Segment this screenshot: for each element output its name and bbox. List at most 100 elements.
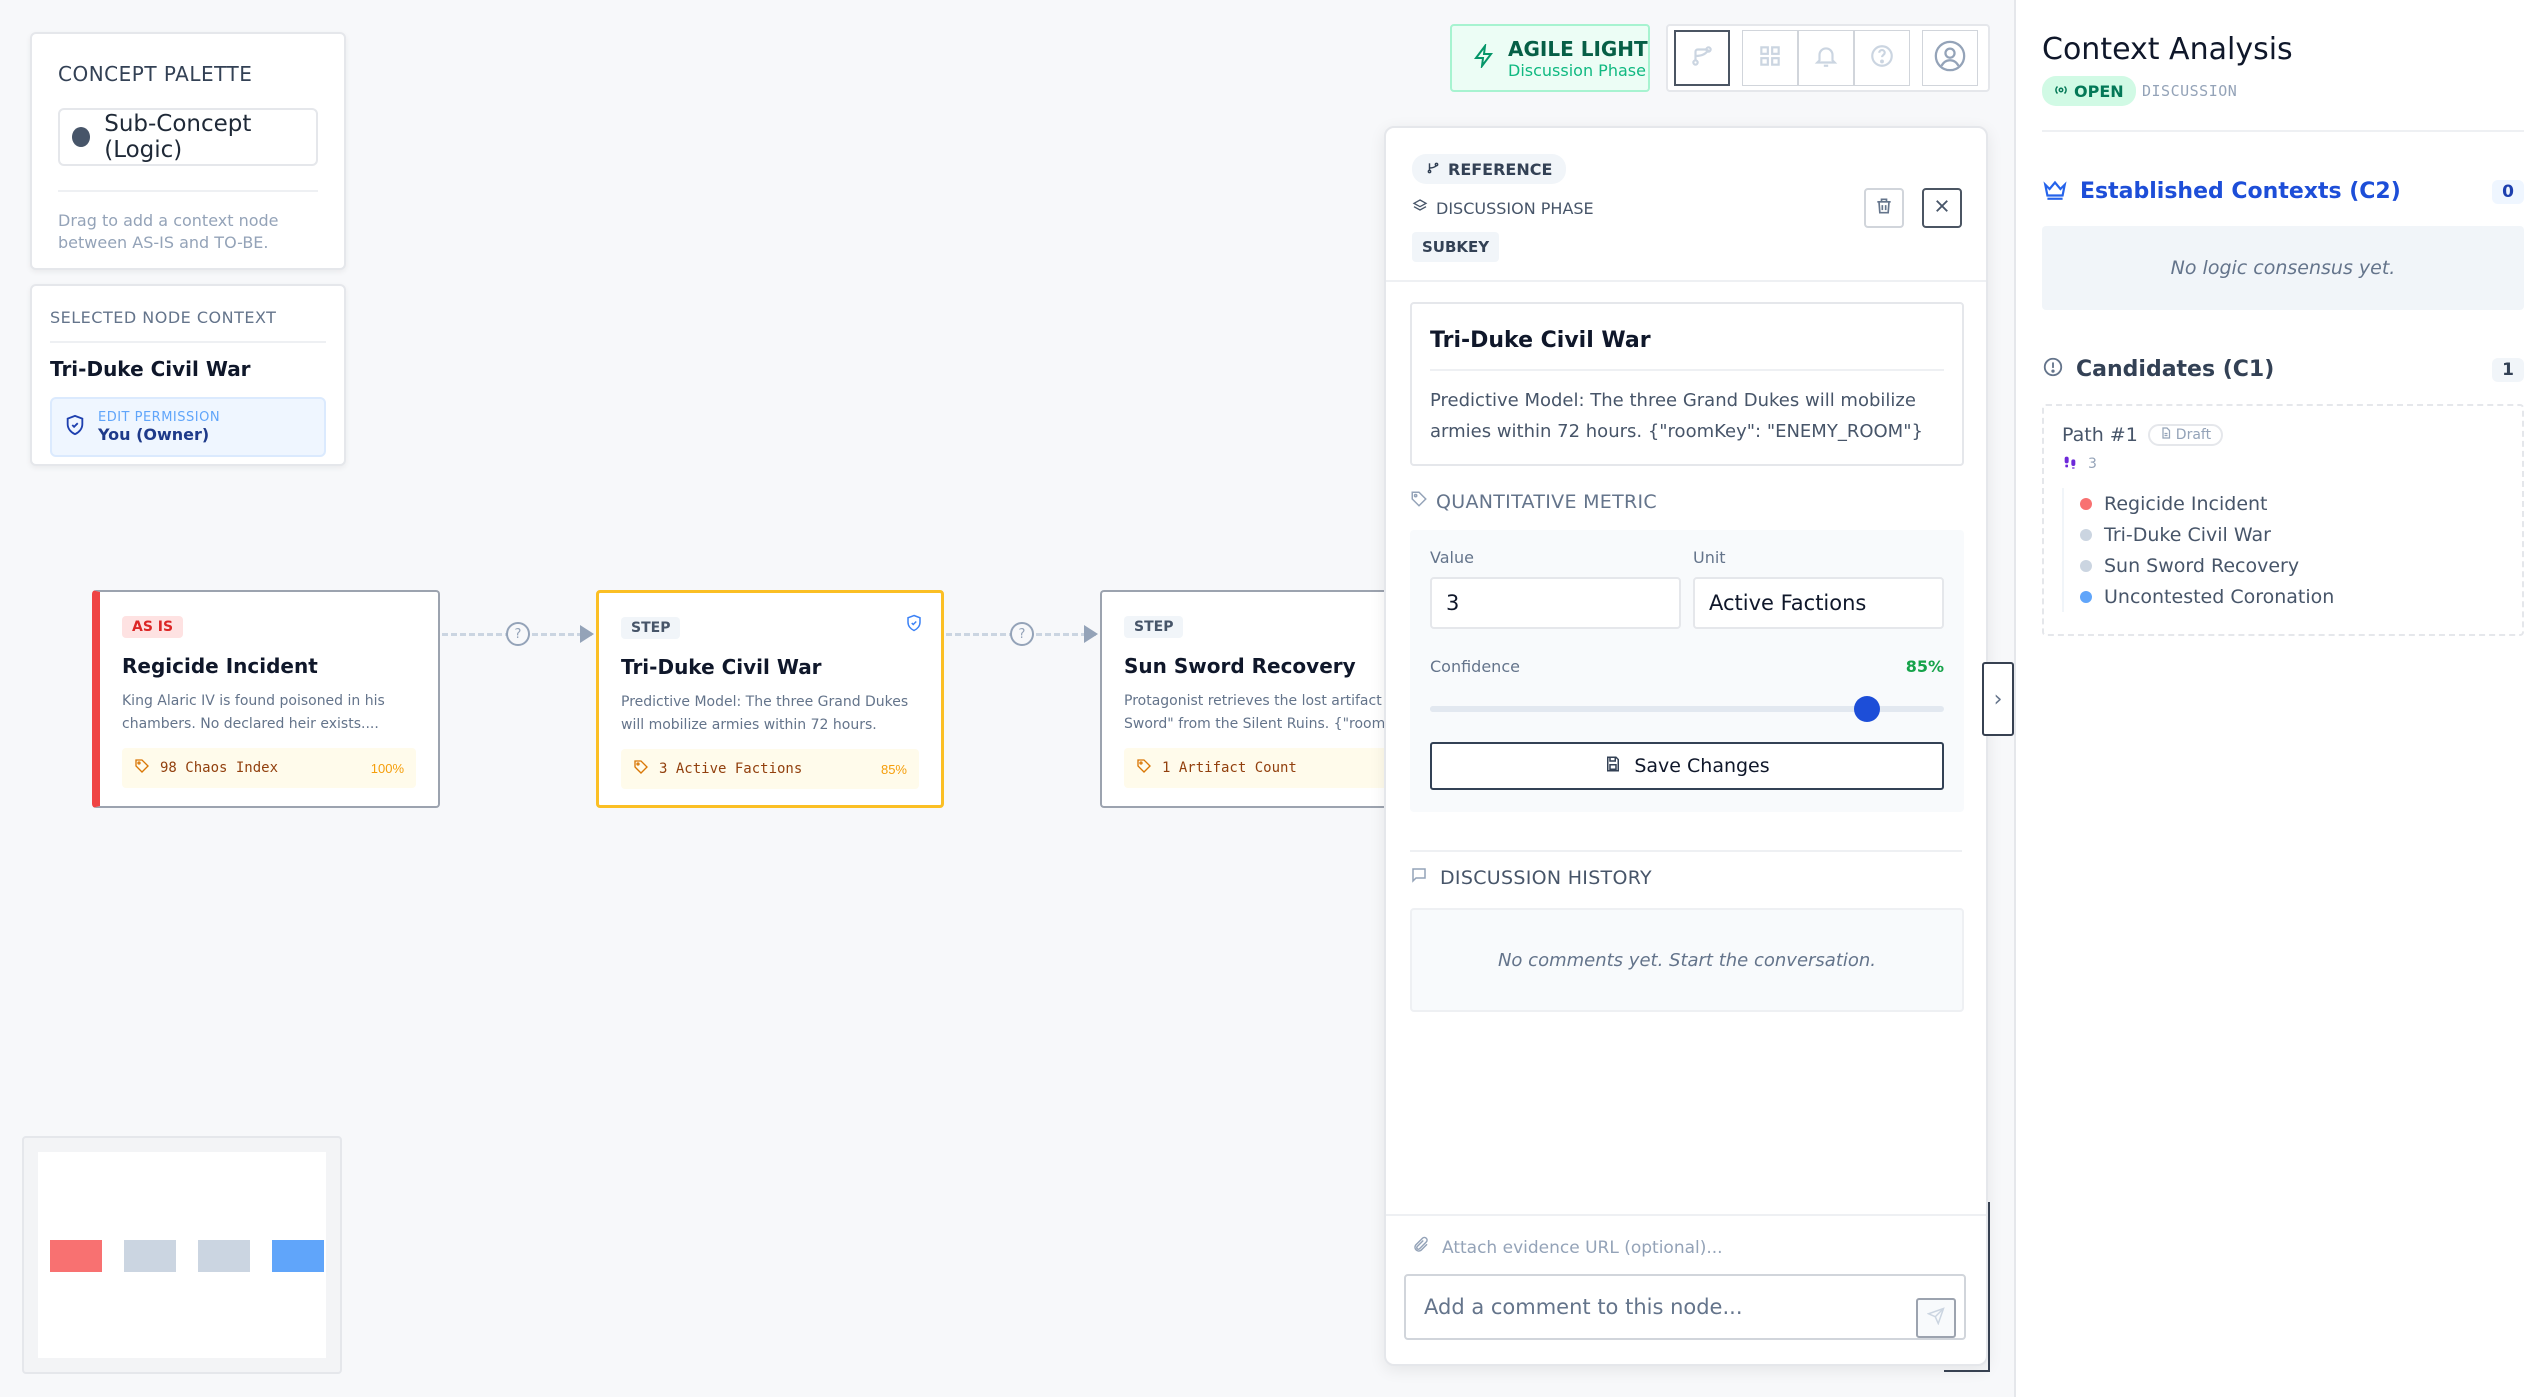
divider — [1410, 850, 1962, 852]
footprints-icon — [2062, 454, 2078, 474]
path-node-list: Regicide Incident Tri-Duke Civil War Sun… — [2062, 488, 2504, 612]
established-title: Established Contexts (C2) — [2080, 179, 2401, 204]
palette-item-label: Sub-Concept (Logic) — [104, 111, 252, 163]
node-badge: STEP — [1124, 616, 1184, 638]
confidence-label: Confidence — [1430, 657, 1520, 676]
divider — [58, 190, 318, 192]
panel-resize-edge — [1944, 1202, 1990, 1372]
minimap[interactable] — [22, 1136, 342, 1374]
grid-icon — [1757, 43, 1783, 74]
save-icon — [1604, 755, 1622, 778]
confidence-slider[interactable] — [1430, 696, 1944, 722]
branch-button[interactable] — [1674, 30, 1730, 86]
metric-form: Value 3 Unit Active Factions Confidence … — [1410, 530, 1964, 812]
tag-icon — [134, 758, 150, 778]
path-title: Path #1 — [2062, 424, 2138, 446]
list-item: Regicide Incident — [2080, 488, 2504, 519]
info-circle-icon — [2042, 356, 2064, 383]
node-metric: 1 Artifact Count — [1124, 748, 1390, 788]
candidate-path-card[interactable]: Path #1 Draft 3 Regicide Incident Tri-Du… — [2042, 404, 2524, 636]
divider — [1386, 1214, 1986, 1216]
profile-button[interactable] — [1922, 30, 1978, 86]
discussion-history-heading: DISCUSSION HISTORY — [1410, 866, 1652, 889]
shield-check-icon — [64, 414, 86, 441]
status-dot-icon — [2080, 528, 2092, 541]
branch-icon — [1689, 43, 1715, 74]
help-button[interactable] — [1854, 30, 1910, 86]
candidates-title: Candidates (C1) — [2076, 357, 2275, 382]
node-metric: 3 Active Factions 85% — [621, 749, 919, 789]
node-badge: AS IS — [122, 616, 184, 638]
slider-thumb[interactable] — [1853, 696, 1880, 722]
edge-help-icon[interactable]: ? — [506, 622, 530, 646]
minimap-node — [50, 1240, 102, 1272]
flow-node-as-is[interactable]: AS IS Regicide Incident King Alaric IV i… — [92, 590, 440, 808]
status-dot-icon — [2080, 559, 2092, 572]
radio-icon — [2054, 82, 2068, 101]
minimap-node — [272, 1240, 324, 1272]
path-item-label: Tri-Duke Civil War — [2104, 523, 2271, 546]
palette-item-sub-concept[interactable]: Sub-Concept (Logic) — [58, 108, 318, 166]
notifications-button[interactable] — [1798, 30, 1854, 86]
node-metric-text: 3 Active Factions — [659, 761, 803, 777]
tag-icon — [633, 759, 649, 779]
node-info-card: Tri-Duke Civil War Predictive Model: The… — [1410, 302, 1964, 466]
node-title: Tri-Duke Civil War — [621, 655, 822, 679]
draft-badge: Draft — [2147, 424, 2224, 446]
status-dot-icon — [2080, 497, 2092, 510]
collapse-panel-button[interactable]: › — [1982, 662, 2014, 736]
phase-label: DISCUSSION PHASE — [1436, 198, 1594, 218]
message-icon — [1410, 866, 1428, 889]
node-detail-description: Predictive Model: The three Grand Dukes … — [1430, 390, 1923, 442]
shield-check-icon — [905, 613, 923, 637]
path-item-label: Uncontested Coronation — [2104, 585, 2335, 608]
flow-node-step-selected[interactable]: STEP Tri-Duke Civil War Predictive Model… — [596, 590, 944, 808]
delete-button[interactable] — [1864, 188, 1904, 228]
metric-section-label: QUANTITATIVE METRIC — [1436, 490, 1657, 513]
established-contexts-header[interactable]: Established Contexts (C2) 0 — [2042, 176, 2524, 207]
grid-button[interactable] — [1742, 30, 1798, 86]
slider-track-fill — [1430, 706, 1867, 712]
tag-icon — [1136, 758, 1152, 778]
toolbar — [1666, 24, 1990, 92]
minimap-viewport — [38, 1152, 326, 1358]
reference-badge: REFERENCE — [1412, 154, 1567, 184]
discussion-phase: DISCUSSION PHASE — [1412, 198, 1594, 218]
edit-permission: EDIT PERMISSION You (Owner) — [50, 397, 326, 457]
edge-arrow-icon — [1084, 625, 1098, 643]
node-metric-confidence: 85% — [880, 761, 907, 777]
edge-help-icon[interactable]: ? — [1010, 622, 1034, 646]
phase-indicator[interactable]: AGILE LIGHT Discussion Phase — [1450, 24, 1650, 92]
path-item-label: Sun Sword Recovery — [2104, 554, 2300, 577]
send-icon — [1926, 1306, 1945, 1330]
candidates-count: 1 — [2492, 357, 2524, 382]
tag-icon — [1410, 490, 1428, 513]
comment-input[interactable]: Add a comment to this node... — [1404, 1274, 1966, 1340]
divider — [50, 341, 326, 343]
node-detail-panel: REFERENCE DISCUSSION PHASE SUBKEY Tri-Du… — [1384, 126, 1988, 1366]
value-input[interactable]: 3 — [1430, 577, 1681, 629]
crown-icon — [2042, 176, 2068, 207]
permission-label: EDIT PERMISSION — [98, 410, 221, 425]
node-metric: 98 Chaos Index 100% — [122, 748, 416, 788]
save-changes-button[interactable]: Save Changes — [1430, 742, 1944, 790]
list-item: Sun Sword Recovery — [2080, 550, 2504, 581]
value-label: Value — [1430, 548, 1474, 567]
established-count: 0 — [2492, 179, 2524, 204]
lightning-icon — [1472, 41, 1496, 73]
confidence-value: 85% — [1905, 657, 1944, 676]
selected-node-name: Tri-Duke Civil War — [50, 357, 251, 381]
confidence-row: Confidence 85% — [1430, 657, 1944, 676]
list-item: Tri-Duke Civil War — [2080, 519, 2504, 550]
save-label: Save Changes — [1634, 755, 1770, 777]
node-title: Sun Sword Recovery — [1124, 654, 1356, 678]
flow-node-step[interactable]: STEP Sun Sword Recovery Protagonist retr… — [1100, 590, 1390, 808]
close-button[interactable] — [1922, 188, 1962, 228]
attach-evidence-field[interactable]: Attach evidence URL (optional)... — [1412, 1236, 1723, 1259]
history-title: DISCUSSION HISTORY — [1440, 866, 1652, 889]
status-badge: OPEN — [2042, 76, 2136, 106]
attach-placeholder: Attach evidence URL (optional)... — [1442, 1237, 1723, 1258]
phase-title: AGILE LIGHT — [1508, 36, 1648, 61]
candidates-header[interactable]: Candidates (C1) 1 — [2042, 356, 2524, 383]
unit-input[interactable]: Active Factions — [1693, 577, 1944, 629]
